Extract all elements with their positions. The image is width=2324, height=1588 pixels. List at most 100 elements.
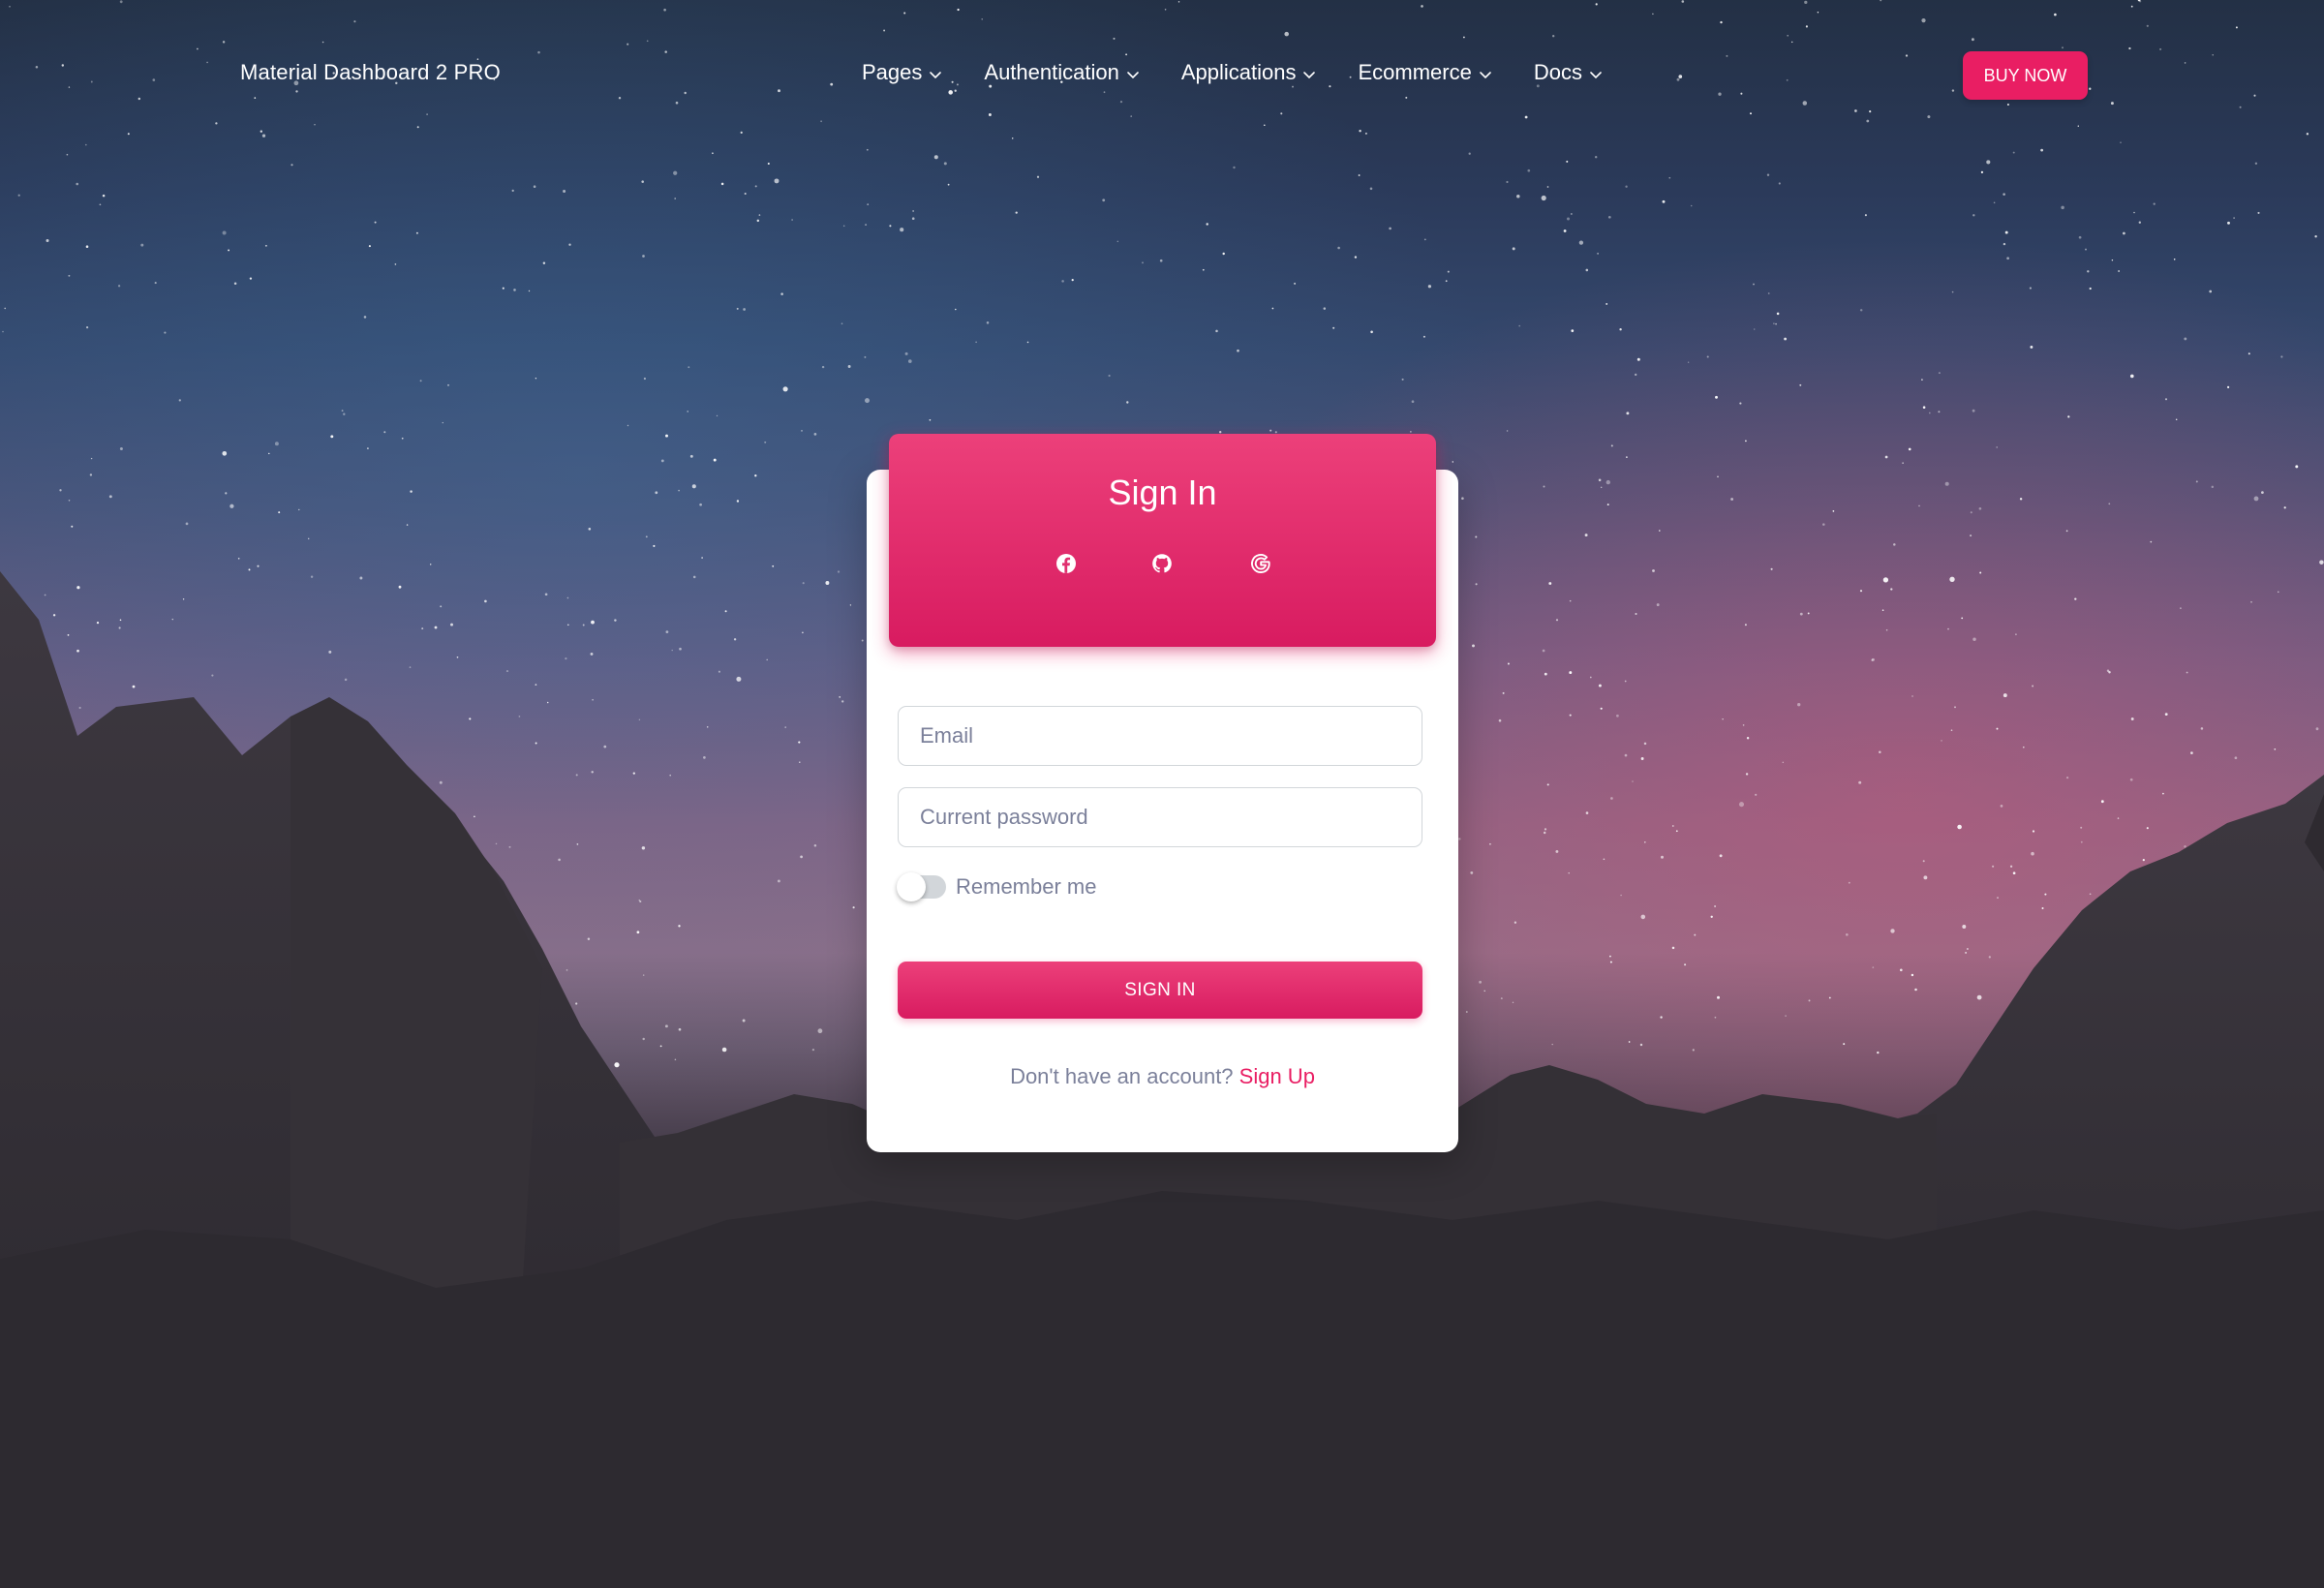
star-dot (614, 1062, 620, 1068)
star-dot (780, 292, 783, 295)
star-dot (1662, 199, 1666, 203)
nav-item-pages[interactable]: Pages (862, 60, 943, 85)
star-dot (861, 639, 864, 642)
star-dot (1719, 854, 1723, 858)
star-dot (1142, 261, 1144, 264)
brand-logo-text[interactable]: Material Dashboard 2 PRO (240, 60, 501, 85)
star-dot (1555, 849, 1559, 853)
star-dot (67, 634, 70, 636)
star-dot (1498, 718, 1502, 722)
star-dot (1739, 402, 1742, 405)
star-dot (687, 411, 688, 412)
star-dot (1947, 627, 1949, 630)
star-dot (2200, 727, 2204, 730)
star-dot (575, 774, 578, 777)
star-dot (1475, 535, 1478, 538)
sign-in-button[interactable]: SIGN IN (898, 962, 1422, 1019)
star-dot (1694, 933, 1697, 936)
star-dot (986, 321, 990, 324)
star-dot (307, 537, 310, 540)
star-dot (1992, 865, 1995, 868)
email-field[interactable] (898, 706, 1422, 766)
star-dot (1671, 946, 1675, 950)
star-dot (665, 630, 669, 633)
star-dot (1744, 624, 1747, 626)
star-dot (68, 499, 71, 502)
sign-up-link[interactable]: Sign Up (1239, 1064, 1315, 1088)
nav-item-applications[interactable]: Applications (1181, 60, 1318, 85)
star-dot (782, 386, 788, 392)
star-dot (2061, 205, 2064, 210)
star-dot (2250, 600, 2252, 603)
star-dot (2117, 817, 2120, 819)
star-dot (1422, 335, 1425, 338)
star-dot (44, 594, 46, 596)
star-dot (171, 618, 174, 621)
star-dot (1767, 292, 1770, 294)
star-dot (96, 621, 100, 625)
star-dot (2044, 893, 2047, 896)
star-dot (229, 504, 234, 508)
star-dot (671, 649, 673, 652)
password-field[interactable] (898, 787, 1422, 847)
top-navbar: Material Dashboard 2 PRO Pages Authentic… (0, 0, 2324, 153)
star-dot (591, 620, 595, 625)
star-dot (1410, 431, 1412, 433)
facebook-icon[interactable] (1053, 550, 1080, 577)
star-dot (1954, 706, 1956, 709)
star-dot (1961, 617, 1964, 620)
star-dot (518, 716, 521, 718)
chevron-down-icon (1301, 63, 1317, 79)
star-dot (849, 604, 852, 606)
nav-item-ecommerce[interactable]: Ecommerce (1358, 60, 1492, 85)
star-dot (1997, 897, 1999, 899)
star-dot (1071, 278, 1074, 282)
nav-item-authentication[interactable]: Authentication (984, 60, 1140, 85)
star-dot (1687, 361, 1690, 363)
star-dot (1885, 628, 1888, 631)
star-dot (2190, 751, 2193, 754)
star-dot (2164, 713, 2168, 717)
star-dot (736, 500, 740, 503)
remember-me-toggle[interactable] (897, 872, 946, 901)
star-dot (1890, 588, 1893, 591)
nav-item-docs[interactable]: Docs (1534, 60, 1604, 85)
star-dot (1026, 341, 1029, 344)
star-dot (692, 575, 696, 579)
star-dot (1722, 718, 1724, 720)
star-dot (119, 619, 122, 622)
star-dot (1972, 214, 1975, 217)
star-dot (2031, 851, 2034, 856)
star-dot (1986, 160, 1991, 165)
star-dot (1656, 603, 1660, 607)
star-dot (359, 576, 363, 580)
star-dot (1516, 194, 1520, 198)
star-dot (1514, 921, 1517, 924)
star-dot (1215, 329, 1218, 333)
star-dot (867, 203, 870, 205)
star-dot (298, 508, 300, 511)
star-dot (1639, 1043, 1643, 1047)
star-dot (1972, 409, 1975, 412)
star-dot (1993, 201, 1996, 204)
star-dot (108, 495, 112, 499)
star-dot (2074, 597, 2077, 600)
star-dot (484, 599, 487, 603)
buy-now-button[interactable]: BUY NOW (1963, 51, 2088, 100)
star-dot (469, 718, 472, 720)
star-dot (1447, 270, 1450, 273)
star-dot (1965, 951, 1968, 954)
remember-me-label[interactable]: Remember me (956, 874, 1096, 900)
star-dot (1222, 252, 1225, 256)
github-icon[interactable] (1148, 550, 1176, 577)
google-icon[interactable] (1247, 550, 1274, 577)
star-dot (1597, 253, 1599, 255)
star-dot (2009, 865, 2013, 868)
star-dot (1323, 307, 1327, 310)
star-dot (900, 228, 904, 232)
star-dot (2065, 776, 2069, 779)
star-dot (2162, 792, 2164, 795)
star-dot (1879, 750, 1881, 753)
star-dot (278, 511, 281, 514)
star-dot (566, 969, 568, 971)
